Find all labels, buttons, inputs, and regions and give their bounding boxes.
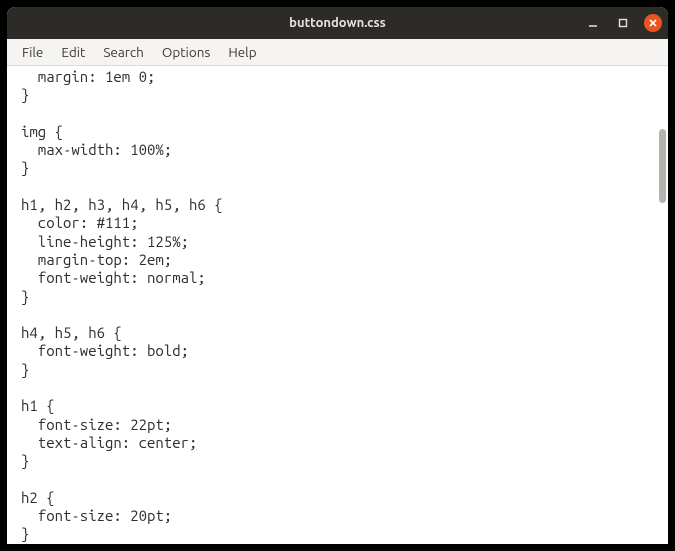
window: buttondown.css File Edit Search Options … bbox=[7, 7, 668, 544]
window-controls bbox=[584, 7, 662, 39]
titlebar[interactable]: buttondown.css bbox=[7, 7, 668, 39]
menu-options[interactable]: Options bbox=[153, 41, 219, 63]
scrollbar-vertical[interactable] bbox=[657, 66, 668, 544]
menubar: File Edit Search Options Help bbox=[7, 39, 668, 66]
scrollbar-thumb[interactable] bbox=[659, 129, 666, 203]
maximize-button[interactable] bbox=[614, 14, 632, 32]
minimize-button[interactable] bbox=[584, 14, 602, 32]
window-title: buttondown.css bbox=[7, 16, 668, 30]
close-button[interactable] bbox=[644, 14, 662, 32]
menu-file[interactable]: File bbox=[13, 41, 52, 63]
editor-area: margin: 1em 0; } img { max-width: 100%; … bbox=[7, 66, 668, 544]
text-editor[interactable]: margin: 1em 0; } img { max-width: 100%; … bbox=[7, 66, 657, 544]
menu-edit[interactable]: Edit bbox=[52, 41, 94, 63]
menu-search[interactable]: Search bbox=[94, 41, 153, 63]
menu-help[interactable]: Help bbox=[219, 41, 265, 63]
